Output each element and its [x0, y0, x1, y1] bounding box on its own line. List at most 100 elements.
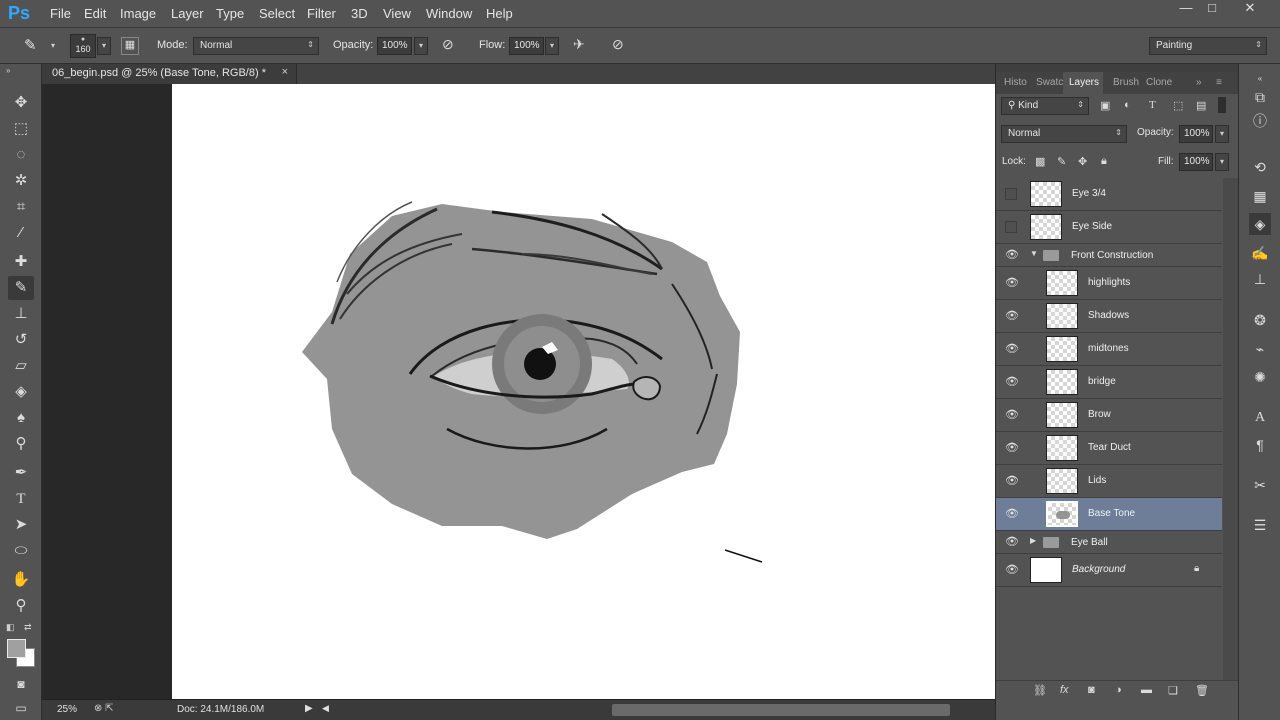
- brush-presets-icon[interactable]: ✍: [1249, 242, 1271, 264]
- new-layer-icon[interactable]: ❏: [1168, 684, 1178, 697]
- delete-layer-icon[interactable]: 🗑︎: [1195, 684, 1209, 697]
- status-menu-arrow-icon[interactable]: ▶: [305, 703, 313, 714]
- fill-dropdown[interactable]: ▾: [1215, 153, 1229, 171]
- ellipse-tool-icon[interactable]: ⬭: [8, 539, 34, 563]
- history-states-icon[interactable]: ⟲: [1249, 156, 1271, 178]
- filter-type-icon[interactable]: T: [1149, 99, 1156, 111]
- brush-panel-toggle-icon[interactable]: ▦: [121, 37, 139, 55]
- layer-style-icon[interactable]: fx: [1060, 684, 1069, 696]
- expand-icon[interactable]: »: [1196, 77, 1202, 88]
- layer-row-brow[interactable]: 👁︎ Brow: [996, 399, 1222, 432]
- layer-row-lids[interactable]: 👁︎ Lids: [996, 465, 1222, 498]
- eye-icon[interactable]: 👁︎: [1005, 342, 1019, 356]
- menu-layer[interactable]: Layer: [171, 6, 204, 21]
- menu-filter[interactable]: Filter: [307, 6, 336, 21]
- brush-size-picker[interactable]: ● 160: [70, 34, 96, 58]
- collapsed-triangle-icon[interactable]: ▶: [1030, 536, 1036, 545]
- adjustments-panel-icon[interactable]: ✺: [1249, 366, 1271, 388]
- layer-row-eye-side[interactable]: Eye Side: [996, 211, 1222, 244]
- pen-tool-icon[interactable]: ✒: [8, 461, 34, 485]
- info-panel-icon[interactable]: ⓘ: [1249, 110, 1271, 132]
- scroll-left-icon[interactable]: ◀: [322, 703, 329, 714]
- layer-row-base-tone[interactable]: 👁︎ Base Tone: [996, 498, 1222, 531]
- marquee-tool-icon[interactable]: ⬚: [8, 117, 34, 141]
- canvas[interactable]: [172, 84, 995, 699]
- menu-3d[interactable]: 3D: [351, 6, 368, 21]
- new-group-icon[interactable]: ▬: [1141, 684, 1152, 696]
- airbrush-icon[interactable]: ✈: [573, 36, 593, 56]
- panel-menu-icon[interactable]: ≡: [1216, 77, 1222, 88]
- history-brush-tool-icon[interactable]: ↺: [8, 328, 34, 352]
- layers-panel-icon[interactable]: ◈: [1249, 213, 1271, 235]
- clone-stamp-tool-icon[interactable]: ⊥: [8, 302, 34, 326]
- menu-view[interactable]: View: [383, 6, 411, 21]
- tab-clone[interactable]: Clone: [1146, 77, 1172, 88]
- properties-panel-icon[interactable]: ☰: [1249, 514, 1271, 536]
- layer-row-bridge[interactable]: 👁︎ bridge: [996, 366, 1222, 399]
- eye-icon[interactable]: 👁︎: [1005, 309, 1019, 323]
- document-tab[interactable]: 06_begin.psd @ 25% (Base Tone, RGB/8) * …: [42, 64, 297, 84]
- layer-filter-select[interactable]: ⚲ Kind ⇕: [1001, 97, 1089, 115]
- tab-swatches[interactable]: Swatc: [1036, 77, 1063, 88]
- tab-history[interactable]: Histo: [1004, 77, 1027, 88]
- opacity-dropdown[interactable]: ▾: [414, 37, 428, 55]
- lock-position-icon[interactable]: ✥: [1078, 155, 1087, 168]
- move-tool-icon[interactable]: ✥: [8, 91, 34, 115]
- tool-presets-icon[interactable]: ✂: [1249, 474, 1271, 496]
- chevron-down-icon[interactable]: ▾: [51, 41, 55, 50]
- healing-brush-tool-icon[interactable]: ✚: [8, 250, 34, 274]
- visibility-toggle-off[interactable]: [1005, 221, 1017, 233]
- layer-opacity-dropdown[interactable]: ▾: [1215, 125, 1229, 143]
- eraser-tool-icon[interactable]: ▱: [8, 354, 34, 378]
- zoom-tool-icon[interactable]: ⚲: [8, 594, 34, 618]
- tab-layers[interactable]: Layers: [1069, 77, 1099, 88]
- swatches-panel-icon[interactable]: ▦: [1249, 185, 1271, 207]
- maximize-button[interactable]: □: [1196, 0, 1228, 18]
- new-adjustment-layer-icon[interactable]: ◑: [1115, 684, 1122, 696]
- eye-icon[interactable]: 👁︎: [1005, 507, 1019, 521]
- history-panel-icon[interactable]: ⧉: [1249, 86, 1271, 108]
- tab-brush[interactable]: Brush: [1113, 77, 1139, 88]
- quick-mask-icon[interactable]: ◙: [8, 672, 34, 696]
- flow-input[interactable]: 100%: [509, 37, 544, 55]
- magic-wand-tool-icon[interactable]: ✲: [8, 169, 34, 193]
- swap-colors-icon[interactable]: ⇄: [24, 622, 32, 633]
- layer-row-background[interactable]: 👁︎ Background 🔒︎: [996, 554, 1222, 587]
- collapse-icon[interactable]: »: [6, 66, 10, 75]
- layer-row-highlights[interactable]: 👁︎ highlights: [996, 267, 1222, 300]
- horizontal-scrollbar[interactable]: [612, 704, 950, 716]
- visibility-toggle-off[interactable]: [1005, 188, 1017, 200]
- crop-tool-icon[interactable]: ⌗: [8, 195, 34, 219]
- eye-icon[interactable]: 👁︎: [1005, 375, 1019, 389]
- filter-smart-object-icon[interactable]: ▤: [1196, 99, 1206, 112]
- blur-tool-icon[interactable]: ♠: [8, 406, 34, 430]
- eyedropper-tool-icon[interactable]: ⁄: [8, 221, 34, 245]
- menu-select[interactable]: Select: [259, 6, 295, 21]
- eye-icon[interactable]: 👁︎: [1005, 408, 1019, 422]
- filter-adjustment-icon[interactable]: ◐: [1124, 99, 1131, 111]
- screen-mode-icon[interactable]: ▭: [8, 696, 34, 720]
- expanded-triangle-icon[interactable]: ▼: [1030, 249, 1038, 258]
- menu-image[interactable]: Image: [120, 6, 156, 21]
- brush-size-dropdown[interactable]: ▾: [97, 37, 111, 55]
- link-layers-icon[interactable]: ⛓: [1033, 684, 1047, 697]
- filter-toggle[interactable]: [1218, 97, 1226, 113]
- type-tool-icon[interactable]: T: [8, 487, 34, 511]
- layer-row-midtones[interactable]: 👁︎ midtones: [996, 333, 1222, 366]
- status-share-icon[interactable]: ⊗ ⇱: [94, 703, 114, 714]
- workspace-select[interactable]: Painting ⇕: [1149, 37, 1267, 55]
- layer-row-shadows[interactable]: 👁︎ Shadows: [996, 300, 1222, 333]
- menu-type[interactable]: Type: [216, 6, 244, 21]
- lock-transparency-icon[interactable]: ▩: [1035, 155, 1045, 168]
- close-tab-icon[interactable]: ×: [282, 66, 288, 78]
- zoom-level[interactable]: 25%: [57, 704, 77, 715]
- eye-icon[interactable]: 👁︎: [1005, 276, 1019, 290]
- layers-scrollbar[interactable]: [1223, 178, 1239, 686]
- eye-icon[interactable]: 👁︎: [1005, 248, 1019, 262]
- menu-edit[interactable]: Edit: [84, 6, 106, 21]
- menu-window[interactable]: Window: [426, 6, 472, 21]
- default-colors-icon[interactable]: ◧: [6, 622, 15, 633]
- paragraph-panel-icon[interactable]: ¶: [1249, 434, 1271, 456]
- layer-row-tear-duct[interactable]: 👁︎ Tear Duct: [996, 432, 1222, 465]
- layer-group-eye-ball[interactable]: 👁︎ ▶ Eye Ball: [996, 531, 1222, 554]
